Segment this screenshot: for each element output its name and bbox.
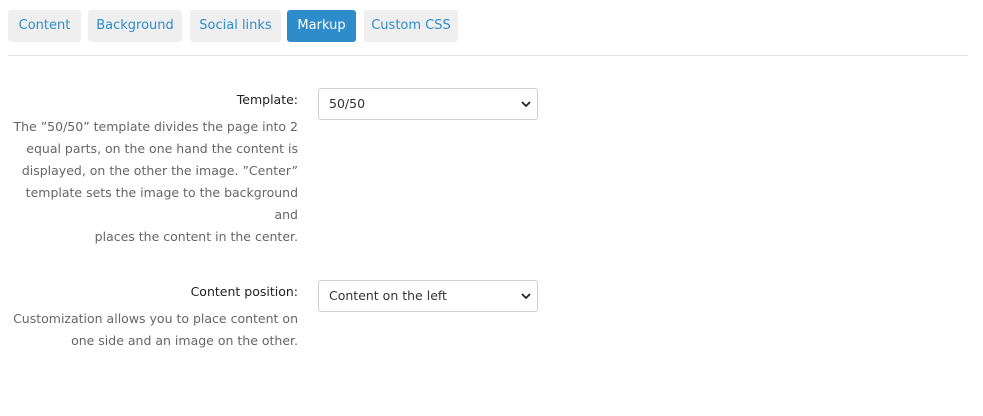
- template-select-value: 50/50: [329, 96, 366, 111]
- chevron-down-icon: [521, 101, 531, 108]
- template-label: Template:: [236, 92, 298, 107]
- tab-divider: [8, 55, 968, 56]
- chevron-down-icon: [521, 293, 531, 300]
- content-position-help: Customization allows you to place conten…: [13, 308, 298, 352]
- template-select[interactable]: 50/50: [318, 88, 538, 120]
- template-help-line: places the content in the center.: [94, 229, 298, 244]
- tab-content[interactable]: Content: [8, 10, 81, 42]
- content-position-help-line: Customization allows you to place conten…: [13, 311, 298, 326]
- tab-social-links[interactable]: Social links: [190, 10, 281, 42]
- template-help: The ”50/50” template divides the page in…: [0, 116, 298, 248]
- content-position-select[interactable]: Content on the left: [318, 280, 538, 312]
- content-position-select-value: Content on the left: [329, 288, 447, 303]
- template-help-line: displayed, on the other the image. ”Cent…: [21, 163, 298, 178]
- content-position-label: Content position:: [190, 284, 298, 299]
- tab-custom-css[interactable]: Custom CSS: [364, 10, 458, 42]
- tab-background[interactable]: Background: [88, 10, 182, 42]
- markup-settings-page: Content Background Social links Markup C…: [0, 0, 983, 416]
- template-help-line: template sets the image to the backgroun…: [25, 185, 298, 222]
- template-help-line: The ”50/50” template divides the page in…: [13, 119, 298, 134]
- template-help-line: equal parts, on the one hand the content…: [26, 141, 298, 156]
- content-position-help-line: one side and an image on the other.: [71, 333, 298, 348]
- tab-markup[interactable]: Markup: [287, 10, 356, 42]
